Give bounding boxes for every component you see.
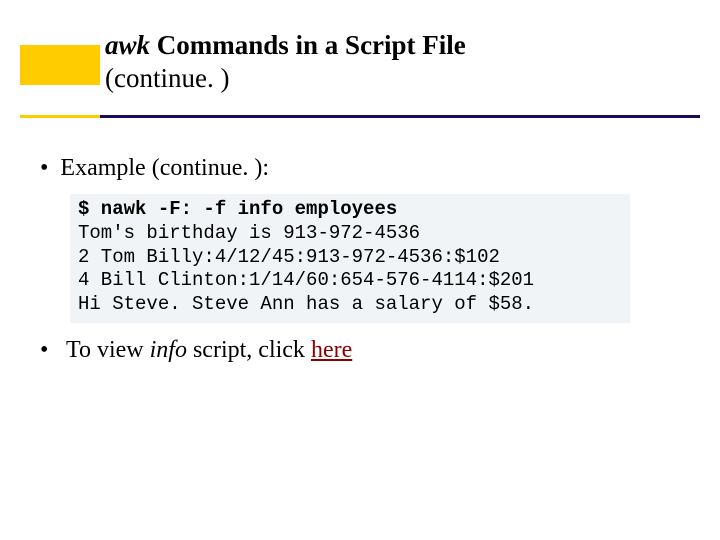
divider xyxy=(20,115,700,118)
text-prefix: To view xyxy=(66,337,150,363)
code-output-line: 4 Bill Clinton:1/14/60:654-576-4114:$201 xyxy=(78,269,622,293)
slide-subtitle: (continue. ) xyxy=(105,63,466,94)
code-block: $ nawk -F: -f info employees Tom's birth… xyxy=(70,194,630,323)
accent-box xyxy=(20,45,100,85)
code-command: $ nawk -F: -f info employees xyxy=(78,198,622,222)
code-output-line: 2 Tom Billy:4/12/45:913-972-4536:$102 xyxy=(78,246,622,270)
code-output-line: Hi Steve. Steve Ann has a salary of $58. xyxy=(78,293,622,317)
title-keyword: awk xyxy=(105,30,150,60)
code-output-line: Tom's birthday is 913-972-4536 xyxy=(78,222,622,246)
script-name: info xyxy=(150,337,187,363)
title-wrap: awk Commands in a Script File (continue.… xyxy=(105,30,466,94)
slide-title: awk Commands in a Script File xyxy=(105,30,466,61)
bullet-example: Example (continue. ): xyxy=(40,155,690,182)
title-rest: Commands in a Script File xyxy=(150,30,466,60)
here-link[interactable]: here xyxy=(311,337,352,363)
slide-body: Example (continue. ): $ nawk -F: -f info… xyxy=(30,155,690,364)
text-mid: script, click xyxy=(187,337,311,363)
bullet-view-script: To view info script, click here xyxy=(40,337,690,364)
